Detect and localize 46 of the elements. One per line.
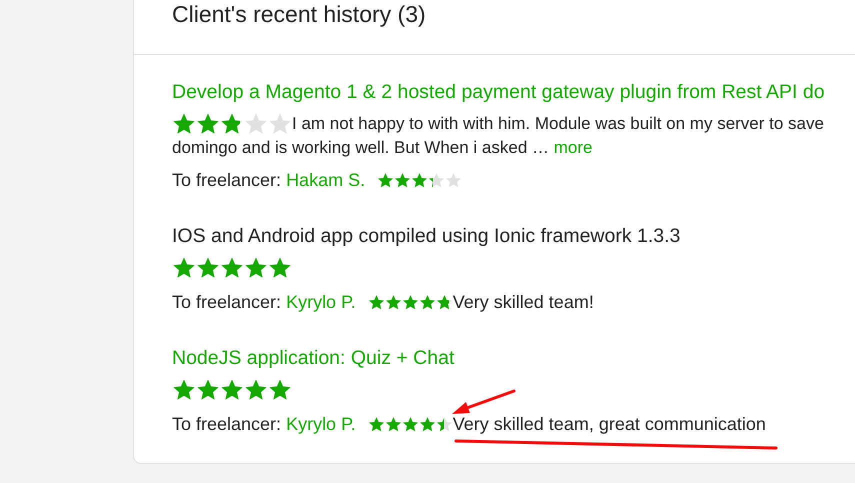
star-icon	[402, 416, 419, 432]
star-icon	[172, 112, 196, 136]
star-icon	[268, 256, 292, 280]
star-icon	[244, 378, 268, 402]
star-icon	[418, 416, 436, 432]
star-icon	[268, 112, 292, 136]
freelancer-link[interactable]: Hakam S.	[286, 169, 366, 191]
star-icon	[196, 112, 220, 136]
job-title-link[interactable]: Develop a Magento 1 & 2 hosted payment gateway plugin from Rest API do	[172, 79, 855, 105]
more-link[interactable]: more	[554, 138, 592, 157]
section-title: Client's recent history (3)	[172, 0, 427, 28]
star-icon	[384, 416, 402, 432]
star-icon	[172, 378, 196, 402]
star-icon	[428, 172, 446, 188]
star-icon	[244, 112, 268, 136]
star-icon	[394, 172, 412, 188]
star-icon	[220, 378, 244, 402]
star-icon	[436, 416, 453, 432]
job-title-link[interactable]: NodeJS application: Quiz + Chat	[172, 345, 855, 371]
star-icon	[436, 294, 453, 310]
freelancer-label: To freelancer:	[172, 291, 282, 313]
review-comment-line: domingo and is working well. But When i asked …	[172, 138, 550, 157]
star-icon	[196, 256, 220, 280]
job-title: IOS and Android app compiled using Ionic framework 1.3.3	[172, 224, 682, 249]
star-icon	[377, 172, 394, 188]
star-icon	[220, 112, 244, 136]
star-icon	[244, 256, 268, 280]
star-icon	[418, 294, 436, 310]
freelancer-label: To freelancer:	[172, 413, 282, 435]
freelancer-feedback: Very skilled team!	[452, 291, 594, 313]
star-icon	[268, 378, 292, 402]
star-icon	[445, 172, 462, 188]
star-icon	[196, 378, 220, 402]
star-icon	[411, 172, 428, 188]
star-icon	[368, 294, 385, 310]
freelancer-feedback: Very skilled team, great communication	[452, 413, 766, 435]
annotation-arrow	[452, 390, 516, 414]
star-icon	[172, 256, 196, 280]
star-icon	[368, 416, 385, 432]
freelancer-link[interactable]: Kyrylo P.	[286, 413, 356, 435]
freelancer-link[interactable]: Kyrylo P.	[286, 291, 356, 313]
star-icon	[384, 294, 402, 310]
review-comment-line: I am not happy to with with him. Module was built on my server to save	[292, 114, 824, 133]
star-icon	[402, 294, 419, 310]
star-icon	[220, 256, 244, 280]
freelancer-label: To freelancer:	[172, 169, 282, 191]
